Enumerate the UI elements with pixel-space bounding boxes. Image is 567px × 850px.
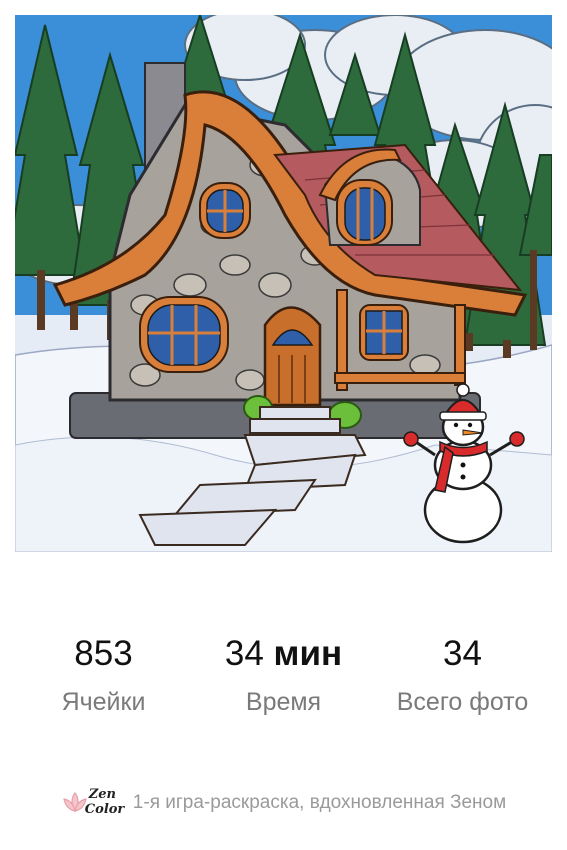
door (263, 306, 322, 407)
photos-label: Всего фото (396, 688, 529, 716)
time-unit: мин (273, 634, 343, 673)
tagline: 1-я игра-раскраска, вдохновленная Зеном (132, 792, 507, 813)
stat-time: 34 мин Время (189, 630, 378, 718)
logo-zen-text: Zen (88, 787, 117, 802)
stat-photos: 34 Всего фото (368, 630, 557, 718)
time-label: Время (245, 688, 322, 716)
cottage-illustration (15, 15, 552, 552)
time-value: 34 мин (189, 630, 378, 678)
logo-color-text: Color (84, 802, 125, 817)
footer: Zen Color 1-я игра-раскраска, вдохновлен… (0, 785, 567, 821)
artwork-image (15, 15, 552, 552)
photos-count: 34 (443, 634, 482, 673)
zen-color-logo: Zen Color (61, 785, 129, 821)
stats-row: 853 Ячейки 34 мин Время 34 Всего фото (0, 630, 567, 740)
cells-label: Ячейки (61, 688, 146, 716)
time-number: 34 (224, 634, 264, 673)
stat-cells: 853 Ячейки (9, 630, 198, 718)
cells-count: 853 (74, 634, 133, 673)
